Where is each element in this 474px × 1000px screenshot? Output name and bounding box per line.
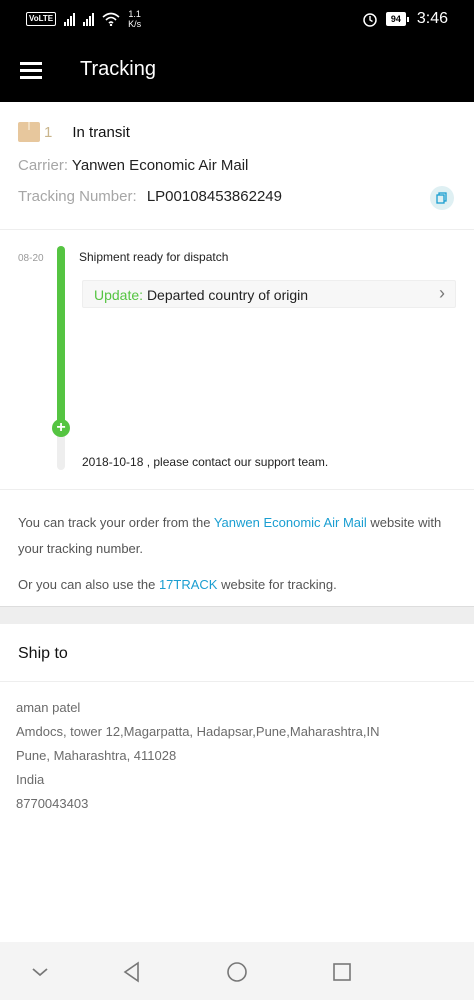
info-line-17track: Or you can also use the 17TRACK website … <box>18 572 458 598</box>
address-line-1: Amdocs, tower 12,Magarpatta, Hadapsar,Pu… <box>16 724 380 739</box>
ship-to-header: Ship to <box>0 624 474 682</box>
recipient-name: aman patel <box>16 700 81 715</box>
page-title: Tracking <box>80 58 156 80</box>
address-line-2: Pune, Maharashtra, 411028 <box>16 748 177 763</box>
phone-number: 8770043403 <box>16 796 89 811</box>
section-divider <box>0 606 474 624</box>
speed-unit: K/s <box>128 19 142 29</box>
17track-link[interactable]: 17TRACK <box>159 577 218 592</box>
info-text: Or you can also use the <box>18 577 156 592</box>
ship-to-title: Ship to <box>18 645 68 662</box>
chevron-down-icon[interactable] <box>28 960 52 984</box>
shipping-address: aman patel Amdocs, tower 12,Magarpatta, … <box>16 696 379 816</box>
update-text-row: Update: Departed country of origin <box>94 287 308 303</box>
status-left: VoLTE 1.1 K/s <box>26 9 141 29</box>
plus-icon[interactable]: + <box>52 419 70 437</box>
volte-indicator: VoLTE <box>26 12 57 26</box>
tracking-summary: 1 In transit Carrier: Yanwen Economic Ai… <box>0 102 474 230</box>
status-row: 1 In transit <box>18 122 130 142</box>
status-right: 94 3:46 <box>362 10 448 28</box>
signal-icon <box>64 12 76 26</box>
app-bar: Tracking <box>0 40 474 102</box>
recents-icon[interactable] <box>330 960 354 984</box>
tracking-number: LP00108453862249 <box>146 188 282 205</box>
system-nav-bar <box>0 942 474 1000</box>
tracking-timeline: 08-20 + Shipment ready for dispatch Upda… <box>0 230 474 490</box>
speed-value: 1.1 <box>128 9 141 19</box>
info-text: You can track your order from the <box>18 515 211 530</box>
status-bar: VoLTE 1.1 K/s 94 3:46 <box>0 0 474 40</box>
carrier-row: Carrier: Yanwen Economic Air Mail <box>18 157 248 174</box>
battery-level: 94 <box>385 12 406 26</box>
package-icon <box>18 122 40 142</box>
update-label: Update: <box>94 287 144 303</box>
tracking-number-label: Tracking Number: <box>18 188 137 205</box>
back-icon[interactable] <box>120 960 144 984</box>
network-speed: 1.1 K/s <box>128 9 141 29</box>
clock: 3:46 <box>416 10 448 27</box>
info-text: website for tracking. <box>221 577 337 592</box>
carrier-name: Yanwen Economic Air Mail <box>71 157 249 174</box>
chevron-right-icon: › <box>439 283 445 303</box>
battery-icon: 94 <box>385 12 409 26</box>
carrier-label: Carrier: <box>18 157 69 174</box>
package-count: 1 <box>44 123 53 141</box>
wifi-icon <box>102 12 120 26</box>
tracking-number-row: Tracking Number: LP00108453862249 <box>18 188 282 205</box>
timeline-progress <box>57 246 65 431</box>
home-icon[interactable] <box>225 960 249 984</box>
carrier-website-link[interactable]: Yanwen Economic Air Mail <box>214 515 367 530</box>
timeline-footer: 2018-10-18 , please contact our support … <box>82 455 329 469</box>
hamburger-menu-icon[interactable] <box>20 62 42 80</box>
copy-icon[interactable] <box>430 186 454 210</box>
signal-icon <box>83 12 95 26</box>
update-card[interactable]: Update: Departed country of origin › <box>82 280 456 308</box>
shipment-status: In transit <box>72 123 130 141</box>
address-country: India <box>16 772 45 787</box>
alarm-icon <box>363 13 377 27</box>
info-line-carrier: You can track your order from the Yanwen… <box>18 510 458 562</box>
update-text: Departed country of origin <box>146 287 309 303</box>
tracking-info: You can track your order from the Yanwen… <box>18 510 458 608</box>
event-description: Shipment ready for dispatch <box>79 250 229 264</box>
event-date: 08-20 <box>18 253 44 264</box>
